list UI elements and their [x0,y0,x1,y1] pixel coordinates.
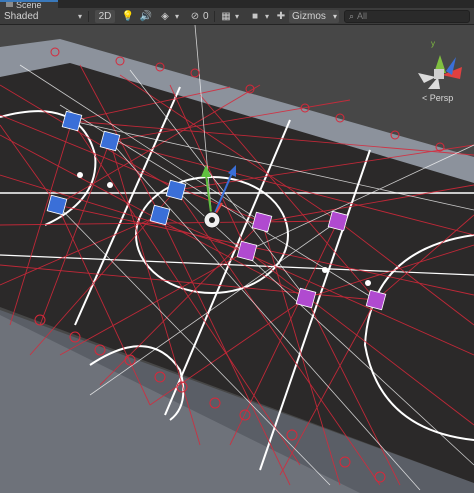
shading-mode-dropdown[interactable]: Shaded ▾ [4,10,82,23]
shading-mode-label: Shaded [4,11,39,22]
purple-agent [251,211,273,233]
projection-label: Persp [429,93,454,103]
camera-icon[interactable]: ■ [248,10,262,23]
soccer-ball-patch [209,217,215,223]
search-icon: ⌕ [349,11,355,21]
blue-agent [149,204,171,226]
chevron-down-icon: ▾ [332,12,337,21]
toolbar-separator [88,11,89,22]
blue-agent [165,179,187,201]
audio-icon[interactable]: 🔊 [139,10,153,23]
visibility-icon[interactable]: ⊘ [188,10,202,23]
tools-icon[interactable]: ✚ [274,10,288,23]
gizmo-center [434,69,444,79]
blue-agent [46,194,68,216]
toggle-2d-button[interactable]: 2D [95,10,115,23]
camera-dropdown-icon[interactable]: ▾ [262,10,272,23]
axis-x-label: x [452,68,456,77]
purple-agent [327,210,349,232]
effects-dropdown-icon[interactable]: ▾ [172,10,182,23]
scene-tab[interactable]: Scene [0,0,58,8]
projection-toggle[interactable]: < Persp [422,93,453,103]
scene-toolbar: Shaded ▾ 2D 💡 🔊 ◈ ▾ ⊘ 0 ▦ ▾ ■ ▾ ✚ Gizmos… [0,8,474,25]
toolbar-separator [214,11,215,22]
grid-icon[interactable]: ▦ [219,10,233,23]
lighting-icon[interactable]: 💡 [121,10,135,23]
hidden-count: 0 [203,11,209,22]
scene-viewport[interactable]: y x < Persp [0,25,474,493]
search-input[interactable]: ⌕ All [344,10,470,23]
gizmos-label: Gizmos [292,11,326,22]
chevron-down-icon: ▾ [77,12,82,21]
axis-y-label: y [431,39,435,48]
scene-tab-label: Scene [16,0,42,8]
scene-canvas [0,25,474,493]
scene-icon [6,2,13,7]
search-placeholder: All [357,11,368,21]
grid-dropdown-icon[interactable]: ▾ [232,10,242,23]
effects-icon[interactable]: ◈ [158,10,172,23]
window-tab-bar: Scene [0,0,474,8]
gizmos-dropdown[interactable]: Gizmos ▾ [289,10,339,23]
